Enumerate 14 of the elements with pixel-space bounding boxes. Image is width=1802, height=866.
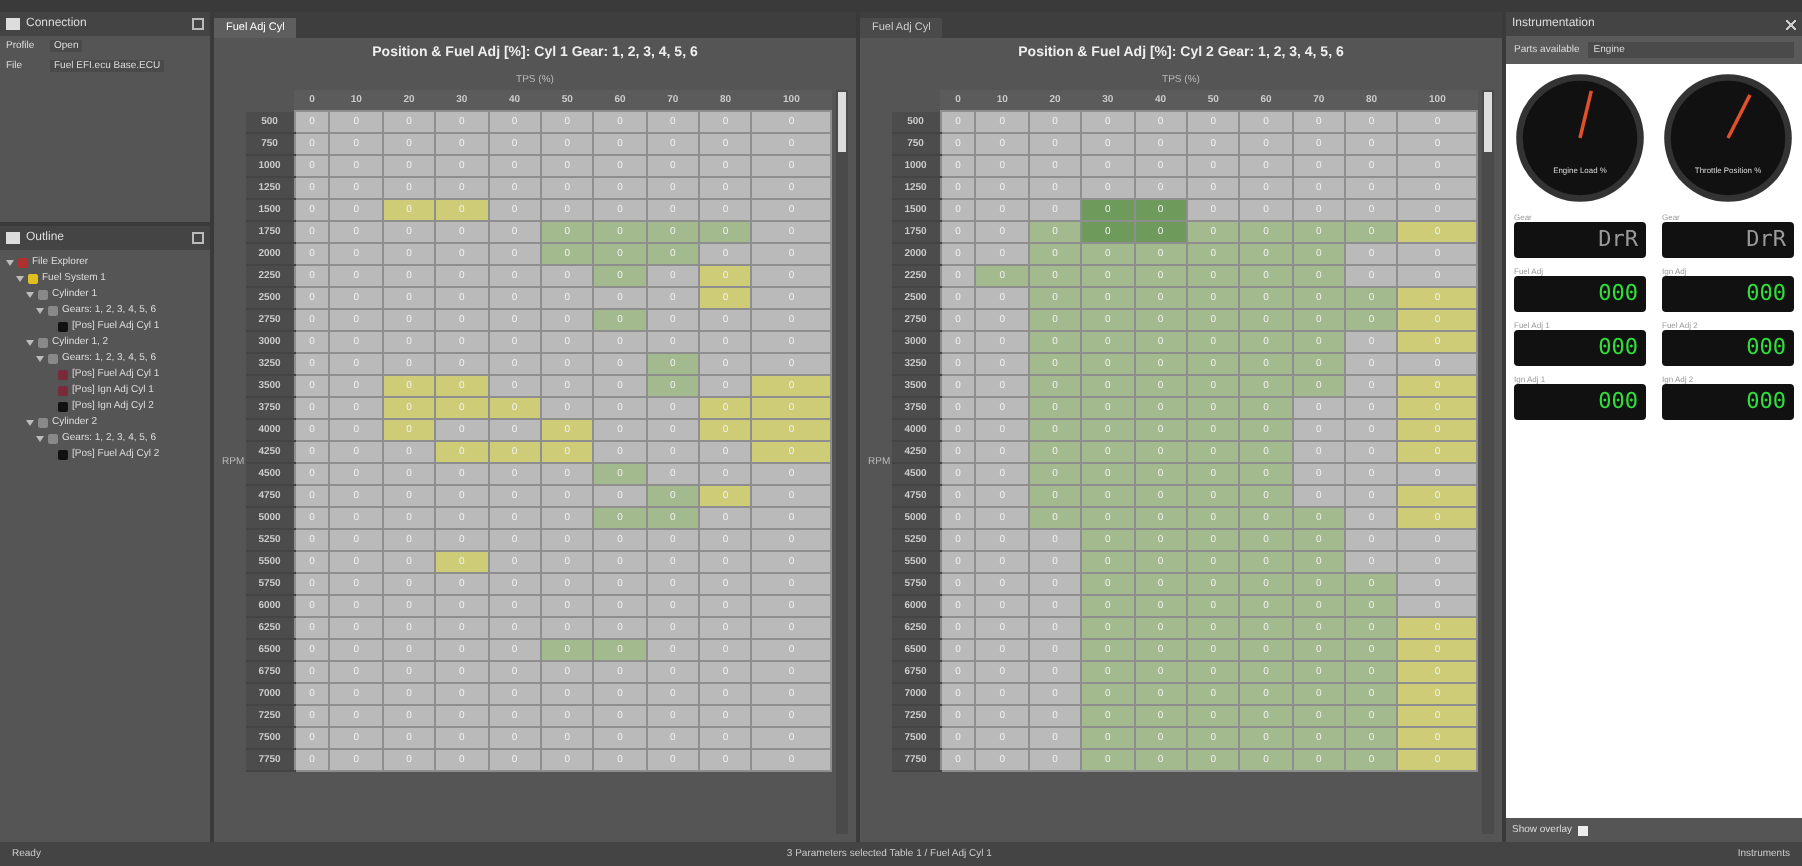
digital-display: 000 [1662, 330, 1794, 366]
window-icon [6, 18, 20, 30]
window-icon [6, 232, 20, 244]
digital-display: 000 [1514, 276, 1646, 312]
scrollbar[interactable] [836, 90, 848, 834]
overlay-checkbox[interactable] [1578, 825, 1589, 835]
digital-display: 000 [1662, 384, 1794, 420]
scrollbar[interactable] [1482, 90, 1494, 834]
digital-display: 000 [1514, 384, 1646, 420]
digital-display: DrR [1662, 222, 1794, 258]
close-icon[interactable] [1786, 19, 1796, 29]
digital-display: 000 [1662, 276, 1794, 312]
digital-display: DrR [1514, 222, 1646, 258]
digital-display: 000 [1514, 330, 1646, 366]
